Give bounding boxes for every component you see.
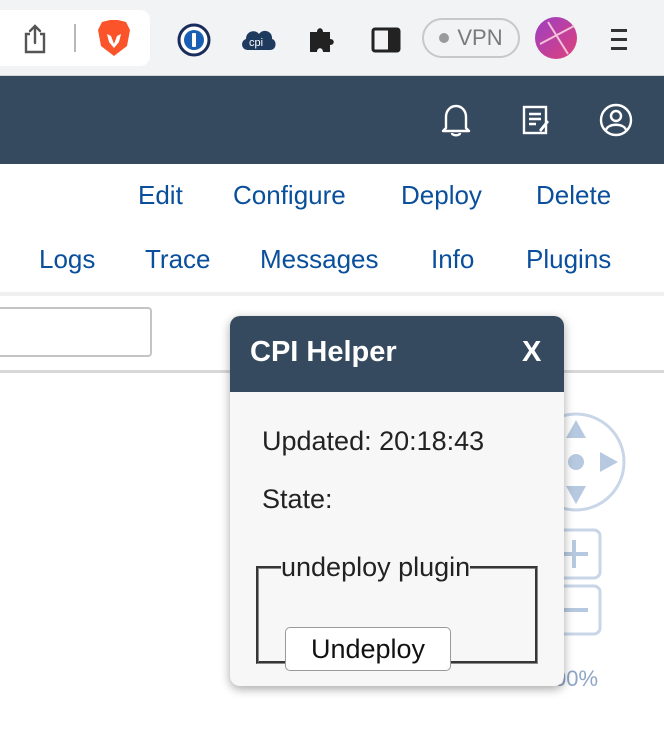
delete-link[interactable]: Delete: [536, 180, 611, 211]
share-icon[interactable]: [18, 22, 52, 56]
puzzle-extensions-icon[interactable]: [304, 22, 340, 58]
brave-lion-icon[interactable]: [94, 18, 134, 58]
vpn-label: VPN: [457, 25, 503, 50]
cpi-icon-text: cpi: [249, 37, 263, 49]
browser-toolbar: cpi VPN: [0, 0, 664, 76]
toolbar-separator: [0, 292, 664, 296]
configure-link[interactable]: Configure: [233, 180, 346, 211]
popup-title: CPI Helper: [250, 336, 397, 368]
logs-link[interactable]: Logs: [39, 244, 95, 275]
filter-input[interactable]: [0, 307, 152, 357]
menu-icon[interactable]: [604, 22, 634, 58]
info-link[interactable]: Info: [431, 244, 474, 275]
notes-icon[interactable]: [518, 100, 554, 140]
vpn-status-dot: [439, 33, 450, 43]
close-button[interactable]: X: [522, 336, 541, 369]
bell-icon[interactable]: [438, 100, 474, 140]
plugins-link[interactable]: Plugins: [526, 244, 611, 275]
user-icon[interactable]: [596, 100, 636, 140]
shell-header: [0, 76, 664, 164]
edit-link[interactable]: Edit: [138, 180, 183, 211]
profile-avatar[interactable]: [534, 16, 578, 60]
toolbar-divider: [74, 24, 76, 52]
updated-timestamp: Updated: 20:18:43: [262, 426, 485, 456]
undeploy-plugin-group: undeploy plugin Undeploy: [256, 552, 538, 671]
plugin-legend: undeploy plugin: [281, 552, 471, 582]
state-label: State:: [262, 484, 333, 514]
messages-link[interactable]: Messages: [260, 244, 379, 275]
sidebar-icon[interactable]: [368, 22, 404, 58]
cpi-helper-icon[interactable]: cpi: [238, 22, 278, 56]
popup-header: CPI Helper X: [230, 316, 564, 392]
undeploy-button[interactable]: Undeploy: [285, 627, 451, 671]
onepassword-icon[interactable]: [176, 22, 212, 58]
vpn-button[interactable]: VPN: [422, 18, 520, 58]
cpi-helper-popup: CPI Helper X Updated: 20:18:43 State: un…: [230, 316, 564, 686]
deploy-link[interactable]: Deploy: [401, 180, 482, 211]
trace-link[interactable]: Trace: [145, 244, 211, 275]
